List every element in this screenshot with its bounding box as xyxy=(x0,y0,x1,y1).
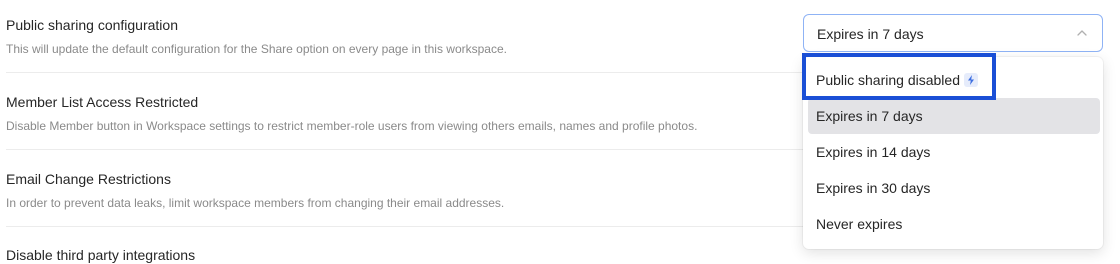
setting-description: In order to prevent data leaks, limit wo… xyxy=(6,196,505,210)
public-sharing-select[interactable]: Expires in 7 days xyxy=(803,14,1103,52)
option-label: Expires in 14 days xyxy=(816,144,931,160)
setting-description: This will update the default configurati… xyxy=(6,42,507,56)
sharing-options-menu: Public sharing disabled Expires in 7 day… xyxy=(803,57,1103,249)
divider xyxy=(6,226,826,227)
option-expires-7-days[interactable]: Expires in 7 days xyxy=(808,98,1100,134)
lightning-icon xyxy=(963,73,978,87)
setting-title: Email Change Restrictions xyxy=(6,171,171,187)
setting-description: Disable Member button in Workspace setti… xyxy=(6,119,698,133)
setting-title: Disable third party integrations xyxy=(6,247,196,263)
option-public-sharing-disabled[interactable]: Public sharing disabled xyxy=(808,62,1100,98)
option-label: Public sharing disabled xyxy=(816,72,960,88)
option-label: Expires in 7 days xyxy=(816,108,923,124)
select-value: Expires in 7 days xyxy=(817,26,924,42)
divider xyxy=(6,72,826,73)
option-label-wrap: Public sharing disabled xyxy=(816,72,978,88)
option-expires-14-days[interactable]: Expires in 14 days xyxy=(808,134,1100,170)
option-never-expires[interactable]: Never expires xyxy=(808,206,1100,242)
divider xyxy=(6,149,826,150)
setting-title: Public sharing configuration xyxy=(6,17,178,33)
chevron-up-icon xyxy=(1075,26,1089,40)
option-label: Expires in 30 days xyxy=(816,180,931,196)
option-expires-30-days[interactable]: Expires in 30 days xyxy=(808,170,1100,206)
option-label: Never expires xyxy=(816,216,903,232)
setting-title: Member List Access Restricted xyxy=(6,94,199,110)
